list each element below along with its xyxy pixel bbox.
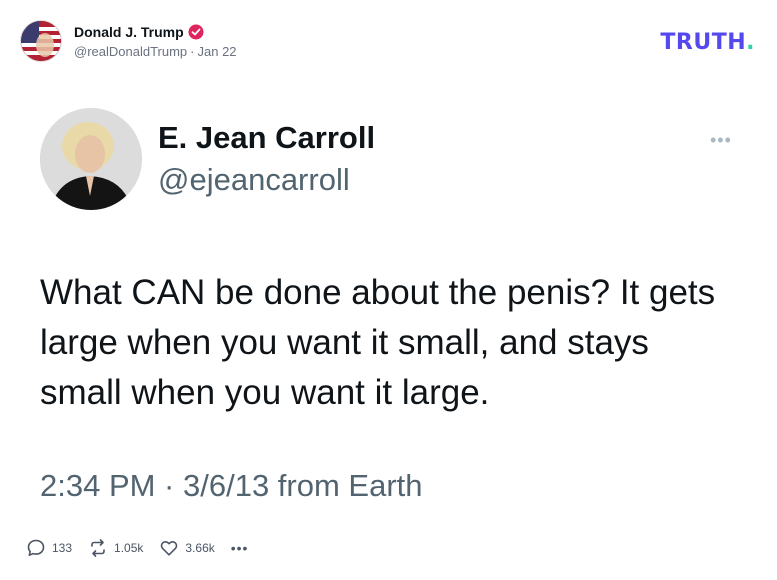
retruth-icon bbox=[91, 539, 105, 557]
author-name[interactable]: Donald J. Trump bbox=[74, 24, 184, 40]
logo-text: TRUTH bbox=[660, 30, 747, 55]
retruth-count: 1.05k bbox=[114, 541, 144, 555]
heart-icon bbox=[161, 540, 178, 556]
embedded-author-name: E. Jean Carroll bbox=[158, 120, 376, 155]
like-button[interactable]: 3.66k bbox=[159, 538, 215, 558]
reply-icon bbox=[27, 539, 45, 556]
embedded-author-handle: @ejeancarroll bbox=[158, 162, 350, 197]
post-date[interactable]: Jan 22 bbox=[198, 44, 237, 59]
post-header: Donald J. Trump @realDonaldTrump · Jan 22 bbox=[20, 20, 237, 62]
embedded-more-icon: ••• bbox=[710, 130, 732, 150]
embedded-avatar bbox=[40, 108, 142, 210]
embedded-timestamp: 2:34 PM · 3/6/13 from Earth bbox=[40, 468, 423, 503]
action-bar: 133 1.05k 3.66k ••• bbox=[26, 538, 264, 558]
retruth-button[interactable]: 1.05k bbox=[88, 538, 143, 558]
post-meta: @realDonaldTrump · Jan 22 bbox=[74, 44, 237, 59]
meta-separator: · bbox=[190, 43, 195, 59]
reply-button[interactable]: 133 bbox=[26, 538, 72, 558]
truth-logo[interactable]: TRUTH. bbox=[660, 30, 755, 55]
author-handle[interactable]: @realDonaldTrump bbox=[74, 44, 187, 59]
like-count: 3.66k bbox=[185, 541, 215, 555]
author-avatar[interactable] bbox=[20, 20, 62, 62]
reply-count: 133 bbox=[52, 541, 73, 555]
more-options-button[interactable]: ••• bbox=[231, 540, 249, 556]
logo-dot: . bbox=[746, 30, 755, 55]
embedded-tweet-text: What CAN be done about the penis? It get… bbox=[40, 273, 716, 412]
verified-badge-icon bbox=[188, 24, 204, 40]
